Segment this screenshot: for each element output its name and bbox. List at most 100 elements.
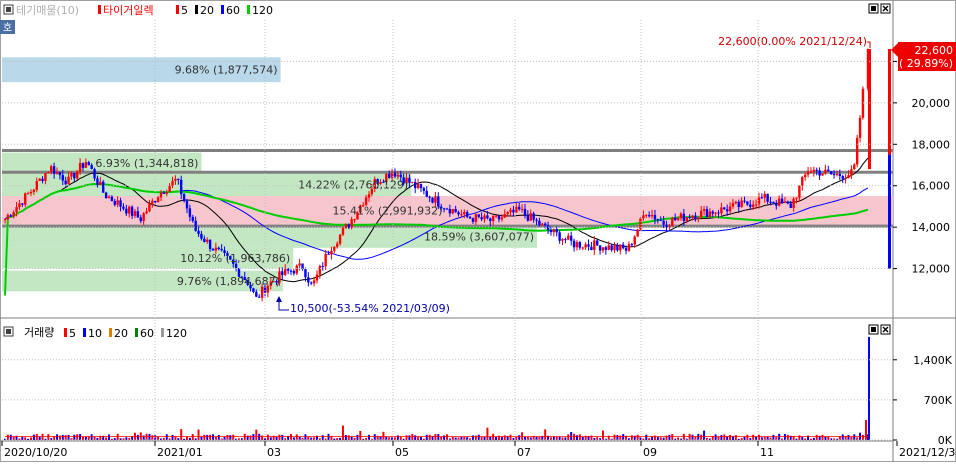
volume-bar <box>659 437 662 440</box>
candle-body <box>685 217 688 222</box>
volume-bar <box>278 434 281 440</box>
candle-body <box>107 196 111 199</box>
candle-body <box>812 169 816 172</box>
candle-body <box>564 239 567 241</box>
candle-body <box>399 174 402 178</box>
volume-bar <box>417 437 420 440</box>
candle-body <box>630 244 634 246</box>
candle-body <box>258 296 261 298</box>
volume-bar <box>266 434 269 440</box>
volume-profile-label: 10.12% (1,963,786) <box>180 252 290 265</box>
candle-body <box>855 137 859 165</box>
candle-body <box>636 229 639 237</box>
legend-ma-label: 5 <box>181 4 188 17</box>
candle-body <box>211 249 215 251</box>
volume-bar <box>399 436 402 440</box>
candle-body <box>659 219 662 221</box>
candle-body <box>477 214 480 218</box>
candle-body <box>52 166 56 174</box>
candle-body <box>523 208 527 215</box>
candle-body <box>506 212 509 215</box>
volume-legend-ma-marker <box>109 328 112 337</box>
candle-body <box>341 228 345 235</box>
candle-body <box>413 181 417 189</box>
candle-body <box>21 203 24 205</box>
candle-body <box>73 172 76 179</box>
candle-body <box>171 180 174 186</box>
candle-body <box>465 212 469 217</box>
candle-body <box>344 224 348 229</box>
volume-bar <box>29 437 32 440</box>
candle-body <box>688 217 691 219</box>
candle-body <box>116 200 119 205</box>
volume-bar <box>61 434 64 440</box>
candle-body <box>110 196 114 201</box>
volume-legend-ma-label: 60 <box>140 327 154 340</box>
legend-stock-name[interactable]: 타이거일렉 <box>103 3 154 17</box>
candle-body <box>113 200 116 205</box>
volume-bar <box>396 435 399 440</box>
candle-body <box>734 201 738 204</box>
volume-bar <box>27 438 30 440</box>
mode-tag-label[interactable]: 호 <box>3 22 12 34</box>
candle-body <box>327 253 330 255</box>
candle-body <box>743 200 746 202</box>
candle-body <box>590 246 593 251</box>
candle-body <box>888 49 891 155</box>
candle-body <box>125 208 128 214</box>
volume-bar <box>703 430 706 440</box>
volume-bar <box>24 437 27 440</box>
volume-profile-label: 14.22% (2,760,129) <box>298 179 408 192</box>
legend-main-label[interactable]: 테기매물(10) <box>16 4 79 17</box>
candle-body <box>621 244 625 249</box>
candle-body <box>61 175 64 181</box>
candle-body <box>705 209 709 218</box>
candle-body <box>442 208 446 210</box>
candle-body <box>411 181 414 183</box>
candle-body <box>128 206 131 214</box>
candle-body <box>87 162 90 165</box>
candle-body <box>824 169 827 174</box>
candle-body <box>130 206 134 216</box>
candle-body <box>497 215 501 220</box>
candle-body <box>292 270 296 274</box>
candle-body <box>220 249 223 251</box>
volume-bar <box>385 436 388 440</box>
volume-bar <box>443 435 446 440</box>
candle-body <box>159 192 163 198</box>
candle-body <box>769 201 772 203</box>
candle-body <box>310 282 313 284</box>
volume-bar <box>185 436 188 440</box>
candle-body <box>197 230 200 234</box>
volume-bar <box>64 435 67 440</box>
volume-bar <box>229 435 232 440</box>
candle-body <box>26 193 30 195</box>
candle-body <box>777 198 781 206</box>
volume-legend-ma-marker <box>135 328 138 337</box>
volume-bar <box>555 436 558 440</box>
volume-bar <box>853 434 856 440</box>
volume-bar <box>425 434 428 440</box>
candle-body <box>454 208 457 213</box>
candle-body <box>139 217 142 222</box>
stock-chart-window: 9.68% (1,877,574) 6.93% (1,344,818) 14.22%… <box>0 0 956 462</box>
candle-body <box>731 203 735 207</box>
volume-bar <box>544 429 547 440</box>
candle-body <box>298 263 301 266</box>
candle-body <box>740 200 743 208</box>
candle-body <box>165 192 168 194</box>
volume-bar <box>269 437 272 440</box>
candle-body <box>749 204 752 207</box>
candle-body <box>387 173 391 178</box>
volume-bar <box>495 436 498 440</box>
candle-body <box>610 245 613 251</box>
volume-bar <box>255 429 258 440</box>
volume-legend-label[interactable]: 거래량 <box>24 326 54 339</box>
candle-body <box>549 229 553 233</box>
candle-body <box>200 233 203 239</box>
volume-bar <box>275 436 278 440</box>
candle-body <box>180 179 183 195</box>
date-tick-label: 07 <box>517 446 531 459</box>
price-tick-label: 12,000 <box>912 263 951 276</box>
volume-bar <box>197 429 200 440</box>
